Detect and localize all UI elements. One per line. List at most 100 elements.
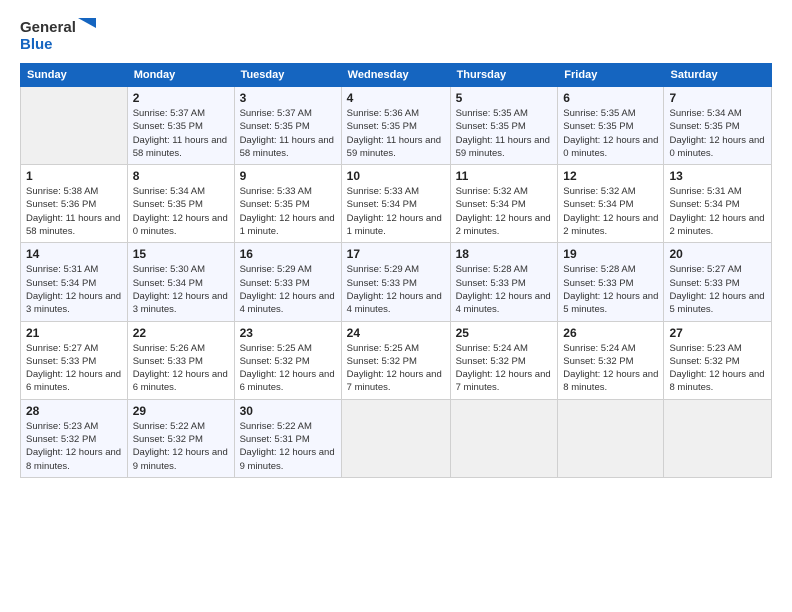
calendar-day-cell: 25 Sunrise: 5:24 AMSunset: 5:32 PMDayligh… (450, 321, 558, 399)
calendar-week-row: 28 Sunrise: 5:23 AMSunset: 5:32 PMDayligh… (21, 399, 772, 477)
weekday-header-cell: Thursday (450, 64, 558, 87)
calendar-day-cell: 30Sunrise: 5:22 AMSunset: 5:31 PMDayligh… (234, 399, 341, 477)
calendar-day-cell: 17 Sunrise: 5:29 AMSunset: 5:33 PMDayligh… (341, 243, 450, 321)
day-number: 9 (240, 169, 336, 183)
calendar-day-cell (558, 399, 664, 477)
calendar-day-cell: 2 Sunrise: 5:37 AMSunset: 5:35 PMDaylight… (127, 87, 234, 165)
day-info: Sunrise: 5:34 AMSunset: 5:35 PMDaylight:… (669, 107, 766, 160)
day-info: Sunrise: 5:23 AMSunset: 5:32 PMDaylight:… (669, 342, 766, 395)
calendar-day-cell: 24Sunrise: 5:25 AMSunset: 5:32 PMDayligh… (341, 321, 450, 399)
calendar-day-cell: 13Sunrise: 5:31 AMSunset: 5:34 PMDayligh… (664, 165, 772, 243)
calendar-day-cell: 9Sunrise: 5:33 AMSunset: 5:35 PMDaylight… (234, 165, 341, 243)
day-info: Sunrise: 5:22 AMSunset: 5:32 PMDaylight:… (133, 420, 229, 473)
calendar-body: 2 Sunrise: 5:37 AMSunset: 5:35 PMDaylight… (21, 87, 772, 478)
calendar-day-cell: 22 Sunrise: 5:26 AMSunset: 5:33 PMDayligh… (127, 321, 234, 399)
day-number: 28 (26, 404, 122, 418)
day-info: Sunrise: 5:24 AMSunset: 5:32 PMDaylight:… (563, 342, 658, 395)
day-number: 17 (347, 247, 445, 261)
calendar-day-cell: 18 Sunrise: 5:28 AMSunset: 5:33 PMDayligh… (450, 243, 558, 321)
day-number: 20 (669, 247, 766, 261)
day-number: 23 (240, 326, 336, 340)
calendar-week-row: 21 Sunrise: 5:27 AMSunset: 5:33 PMDayligh… (21, 321, 772, 399)
day-info: Sunrise: 5:33 AMSunset: 5:34 PMDaylight:… (347, 185, 445, 238)
logo-general: General (20, 19, 76, 36)
calendar-day-cell (664, 399, 772, 477)
day-info: Sunrise: 5:25 AMSunset: 5:32 PMDaylight:… (347, 342, 445, 395)
weekday-header-cell: Saturday (664, 64, 772, 87)
weekday-header-cell: Sunday (21, 64, 128, 87)
calendar-day-cell: 11 Sunrise: 5:32 AMSunset: 5:34 PMDayligh… (450, 165, 558, 243)
day-number: 12 (563, 169, 658, 183)
calendar-day-cell (21, 87, 128, 165)
weekday-header-cell: Tuesday (234, 64, 341, 87)
day-info: Sunrise: 5:37 AMSunset: 5:35 PMDaylight:… (240, 107, 336, 160)
calendar-day-cell: 20 Sunrise: 5:27 AMSunset: 5:33 PMDayligh… (664, 243, 772, 321)
day-info: Sunrise: 5:29 AMSunset: 5:33 PMDaylight:… (240, 263, 336, 316)
day-number: 18 (456, 247, 553, 261)
day-info: Sunrise: 5:27 AMSunset: 5:33 PMDaylight:… (669, 263, 766, 316)
logo-graphic: General Blue (20, 18, 96, 53)
calendar-day-cell: 8 Sunrise: 5:34 AMSunset: 5:35 PMDaylight… (127, 165, 234, 243)
day-number: 15 (133, 247, 229, 261)
calendar-day-cell: 5 Sunrise: 5:35 AMSunset: 5:35 PMDaylight… (450, 87, 558, 165)
day-number: 6 (563, 91, 658, 105)
calendar-day-cell: 4 Sunrise: 5:36 AMSunset: 5:35 PMDaylight… (341, 87, 450, 165)
day-info: Sunrise: 5:32 AMSunset: 5:34 PMDaylight:… (563, 185, 658, 238)
logo-arrow-icon (78, 18, 96, 36)
calendar-day-cell: 26 Sunrise: 5:24 AMSunset: 5:32 PMDayligh… (558, 321, 664, 399)
calendar-day-cell: 14 Sunrise: 5:31 AMSunset: 5:34 PMDayligh… (21, 243, 128, 321)
day-number: 4 (347, 91, 445, 105)
day-info: Sunrise: 5:23 AMSunset: 5:32 PMDaylight:… (26, 420, 122, 473)
day-info: Sunrise: 5:24 AMSunset: 5:32 PMDaylight:… (456, 342, 553, 395)
day-info: Sunrise: 5:28 AMSunset: 5:33 PMDaylight:… (456, 263, 553, 316)
calendar-day-cell: 6Sunrise: 5:35 AMSunset: 5:35 PMDaylight… (558, 87, 664, 165)
calendar-day-cell: 28 Sunrise: 5:23 AMSunset: 5:32 PMDayligh… (21, 399, 128, 477)
day-number: 25 (456, 326, 553, 340)
day-number: 19 (563, 247, 658, 261)
day-info: Sunrise: 5:29 AMSunset: 5:33 PMDaylight:… (347, 263, 445, 316)
day-info: Sunrise: 5:35 AMSunset: 5:35 PMDaylight:… (456, 107, 553, 160)
day-number: 11 (456, 169, 553, 183)
day-info: Sunrise: 5:36 AMSunset: 5:35 PMDaylight:… (347, 107, 445, 160)
weekday-header-cell: Monday (127, 64, 234, 87)
weekday-header-cell: Wednesday (341, 64, 450, 87)
day-number: 22 (133, 326, 229, 340)
day-number: 27 (669, 326, 766, 340)
day-number: 29 (133, 404, 229, 418)
page-header: General Blue (20, 18, 772, 53)
day-info: Sunrise: 5:25 AMSunset: 5:32 PMDaylight:… (240, 342, 336, 395)
weekday-header-cell: Friday (558, 64, 664, 87)
calendar-day-cell: 21 Sunrise: 5:27 AMSunset: 5:33 PMDayligh… (21, 321, 128, 399)
day-number: 26 (563, 326, 658, 340)
day-info: Sunrise: 5:37 AMSunset: 5:35 PMDaylight:… (133, 107, 229, 160)
day-number: 21 (26, 326, 122, 340)
day-info: Sunrise: 5:32 AMSunset: 5:34 PMDaylight:… (456, 185, 553, 238)
calendar-table: SundayMondayTuesdayWednesdayThursdayFrid… (20, 63, 772, 478)
calendar-day-cell: 7 Sunrise: 5:34 AMSunset: 5:35 PMDaylight… (664, 87, 772, 165)
day-number: 2 (133, 91, 229, 105)
day-number: 8 (133, 169, 229, 183)
calendar-day-cell: 19 Sunrise: 5:28 AMSunset: 5:33 PMDayligh… (558, 243, 664, 321)
weekday-header-row: SundayMondayTuesdayWednesdayThursdayFrid… (21, 64, 772, 87)
day-info: Sunrise: 5:26 AMSunset: 5:33 PMDaylight:… (133, 342, 229, 395)
day-info: Sunrise: 5:28 AMSunset: 5:33 PMDaylight:… (563, 263, 658, 316)
day-number: 16 (240, 247, 336, 261)
calendar-day-cell: 15 Sunrise: 5:30 AMSunset: 5:34 PMDayligh… (127, 243, 234, 321)
calendar-week-row: 2 Sunrise: 5:37 AMSunset: 5:35 PMDaylight… (21, 87, 772, 165)
calendar-day-cell: 10 Sunrise: 5:33 AMSunset: 5:34 PMDayligh… (341, 165, 450, 243)
day-number: 5 (456, 91, 553, 105)
calendar-day-cell: 27 Sunrise: 5:23 AMSunset: 5:32 PMDayligh… (664, 321, 772, 399)
day-number: 14 (26, 247, 122, 261)
day-number: 10 (347, 169, 445, 183)
calendar-day-cell (450, 399, 558, 477)
day-info: Sunrise: 5:27 AMSunset: 5:33 PMDaylight:… (26, 342, 122, 395)
day-number: 3 (240, 91, 336, 105)
logo-blue: Blue (20, 36, 53, 53)
day-number: 7 (669, 91, 766, 105)
calendar-day-cell: 29 Sunrise: 5:22 AMSunset: 5:32 PMDayligh… (127, 399, 234, 477)
day-info: Sunrise: 5:31 AMSunset: 5:34 PMDaylight:… (26, 263, 122, 316)
day-info: Sunrise: 5:30 AMSunset: 5:34 PMDaylight:… (133, 263, 229, 316)
day-info: Sunrise: 5:34 AMSunset: 5:35 PMDaylight:… (133, 185, 229, 238)
day-number: 1 (26, 169, 122, 183)
day-number: 13 (669, 169, 766, 183)
